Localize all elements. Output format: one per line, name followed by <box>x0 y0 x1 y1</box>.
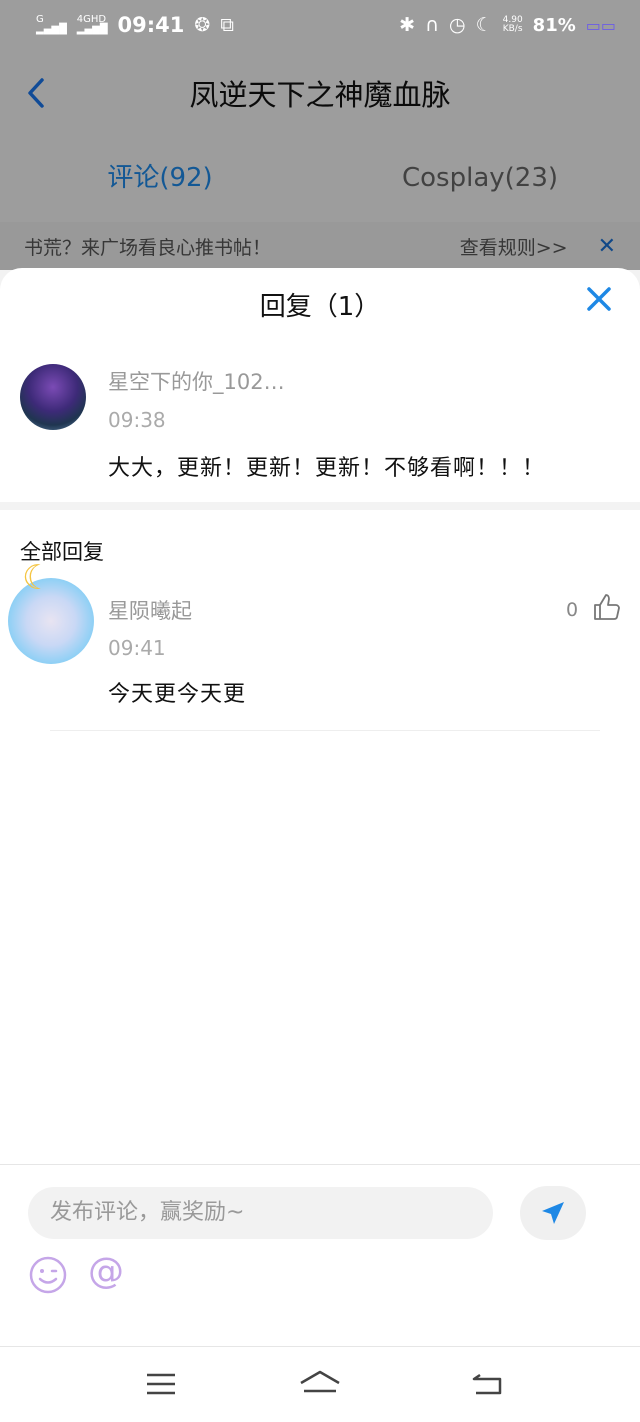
avatar[interactable] <box>20 364 86 430</box>
close-icon[interactable] <box>582 284 616 318</box>
app-notification-icon: ❂ <box>194 14 211 36</box>
signal-4g-icon: 4GHD ▂▄▆█ <box>76 14 108 35</box>
row-divider <box>50 730 600 731</box>
comment-input-bar: 发布评论，赢奖励~ @ <box>0 1164 640 1346</box>
comment-text: 大大，更新！更新！更新！不够看啊！！！ <box>108 456 546 481</box>
battery-icon: ▭▭ <box>585 15 616 35</box>
screenshot-icon: ⧉ <box>220 14 234 36</box>
comment-time: 09:38 <box>108 408 166 432</box>
emoji-icon[interactable] <box>28 1255 68 1295</box>
back-icon[interactable] <box>470 1369 504 1399</box>
network-speed: 4.90 KB/s <box>503 16 523 34</box>
send-button[interactable] <box>520 1186 586 1240</box>
moon-icon: ☾ <box>475 14 493 36</box>
signal-icon: G ▂▄▆█ <box>36 14 67 35</box>
comment-input[interactable]: 发布评论，赢奖励~ <box>28 1187 493 1239</box>
send-icon <box>542 1202 564 1224</box>
moon-icon: ☾ <box>22 558 53 598</box>
like-count: 0 <box>566 599 579 621</box>
system-nav-bar <box>0 1346 640 1422</box>
home-icon[interactable] <box>298 1369 342 1399</box>
alarm-icon: ◷ <box>448 14 466 36</box>
reply-author[interactable]: 星陨曦起 <box>108 595 192 625</box>
mention-button[interactable]: @ <box>88 1251 124 1292</box>
menu-icon[interactable] <box>144 1369 178 1399</box>
speed-unit: KB/s <box>502 24 523 34</box>
reply-text: 今天更今天更 <box>108 682 247 707</box>
bluetooth-icon: ✱ <box>399 14 416 36</box>
status-bar: G ▂▄▆█ 4GHD ▂▄▆█ 09:41 ❂ ⧉ ✱ ∩ ◷ ☾ 4.90 … <box>0 0 640 50</box>
comment-author[interactable]: 星空下的你_102… <box>108 366 285 396</box>
sheet-title: 回复（1） <box>259 292 381 322</box>
reply-time: 09:41 <box>108 636 166 660</box>
battery-percent: 81% <box>532 14 576 36</box>
headphone-icon: ∩ <box>425 14 439 36</box>
section-divider <box>0 502 640 510</box>
status-time: 09:41 <box>117 13 185 37</box>
thumbs-up-icon[interactable] <box>592 592 622 622</box>
